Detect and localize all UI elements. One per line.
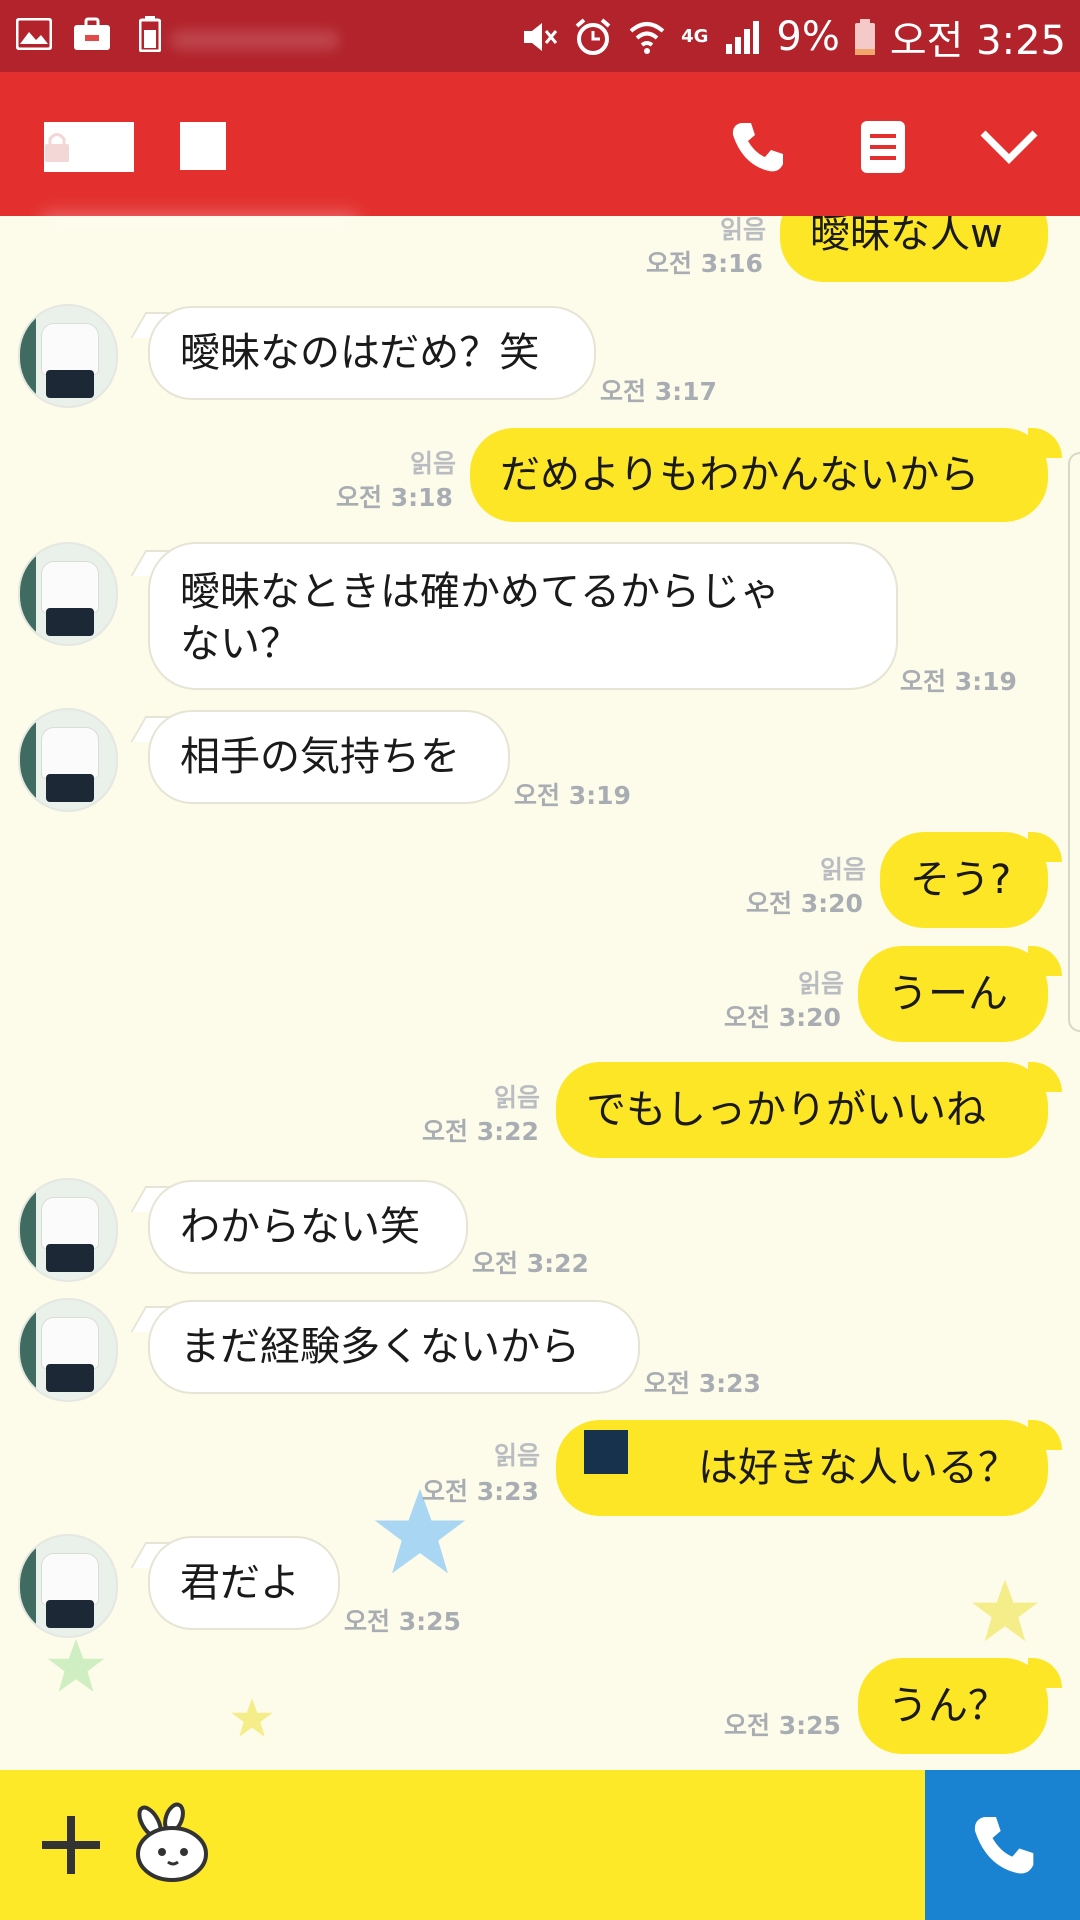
star-decoration-icon: [47, 1639, 105, 1692]
message-time: 오전 3:20: [746, 889, 863, 918]
phone-icon: [974, 1817, 1033, 1874]
message-bubble-in[interactable]: 曖昧なのはだめ？笑: [148, 306, 596, 400]
battery-icon: [854, 17, 876, 57]
collapse-button[interactable]: [974, 112, 1044, 182]
message-text: うーん: [888, 971, 1008, 1017]
phone-icon: [732, 123, 783, 172]
redacted-name-block: [584, 1430, 628, 1474]
avatar[interactable]: [18, 304, 118, 408]
menu-button[interactable]: [848, 112, 918, 182]
message-bubble-in[interactable]: まだ経験多くないから: [148, 1300, 640, 1394]
battery-percent: 9%: [776, 14, 840, 60]
message-bubble-out[interactable]: だめよりもわかんないから: [470, 428, 1048, 522]
battery-saver-icon: [130, 14, 170, 54]
message-text: 相手の気持ちを: [180, 734, 460, 780]
message-time: 오전 3:22: [422, 1117, 539, 1146]
message-text: は好きな人いる？: [698, 1445, 1018, 1491]
status-bar: 4G 9% 오전 3:25: [0, 0, 1080, 72]
chat-header: [0, 72, 1080, 234]
message-text-line: 曖昧なときは確かめてるからじゃ: [180, 569, 780, 615]
gallery-icon: [14, 14, 54, 54]
star-decoration-icon: [972, 1579, 1038, 1642]
au-briefcase-icon: [72, 14, 112, 54]
message-bubble-out[interactable]: でもしっかりがいいね: [556, 1062, 1048, 1158]
message-text: そう?: [910, 857, 1012, 903]
lock-icon: [45, 133, 69, 162]
message-bubble-in[interactable]: 相手の気持ちを: [148, 710, 510, 804]
plus-icon: [42, 1816, 100, 1874]
blurred-region: [170, 30, 340, 50]
voice-call-button[interactable]: [722, 112, 792, 182]
message-text-line: ない？: [180, 621, 300, 667]
message-time: 오전 3:19: [900, 667, 1017, 696]
message-bubble-out[interactable]: うーん: [858, 946, 1048, 1042]
message-text: でもしっかりがいいね: [586, 1087, 986, 1133]
attach-button[interactable]: [36, 1810, 106, 1880]
avatar[interactable]: [18, 1534, 118, 1638]
message-time: 오전 3:19: [514, 781, 631, 810]
message-text: わからない笑: [180, 1204, 420, 1250]
message-time: 오전 3:23: [644, 1369, 761, 1398]
message-time: 오전 3:22: [472, 1249, 589, 1278]
read-receipt: 읽음: [819, 855, 866, 884]
read-receipt: 읽음: [493, 1441, 540, 1470]
message-text: まだ経験多くないから: [180, 1324, 580, 1370]
star-decoration-icon: [231, 1698, 273, 1737]
message-bubble-in[interactable]: 曖昧なときは確かめてるからじゃ ない？: [148, 542, 898, 690]
message-text: うん？: [888, 1683, 1008, 1729]
clock: 오전 3:25: [889, 18, 1066, 64]
avatar[interactable]: [18, 542, 118, 646]
message-text: だめよりもわかんないから: [500, 452, 980, 498]
read-receipt: 읽음: [719, 216, 766, 244]
avatar[interactable]: [18, 1178, 118, 1282]
message-bubble-out[interactable]: 曖昧な人w: [780, 216, 1048, 282]
call-button[interactable]: [925, 1770, 1080, 1920]
message-bubble-out[interactable]: そう?: [880, 832, 1048, 928]
read-receipt: 읽음: [409, 449, 456, 478]
message-text: 君だよ: [180, 1560, 300, 1606]
wifi-icon: [627, 17, 667, 57]
avatar[interactable]: [18, 1298, 118, 1402]
read-receipt: 읽음: [797, 969, 844, 998]
scroll-indicator[interactable]: [1068, 452, 1080, 1032]
read-receipt: 읽음: [493, 1083, 540, 1112]
message-time: 오전 3:25: [724, 1711, 841, 1740]
alarm-icon: [573, 17, 613, 57]
member-count-redacted: [180, 122, 226, 170]
avatar[interactable]: [18, 708, 118, 812]
chat-title-redacted: [44, 122, 134, 172]
message-time: 오전 3:16: [646, 249, 763, 278]
menu-icon: [861, 121, 905, 173]
network-type: 4G: [681, 26, 709, 47]
message-text: 曖昧なのはだめ？笑: [180, 330, 540, 376]
mute-icon: [519, 17, 559, 57]
message-text: 曖昧な人w: [810, 216, 1003, 257]
message-bubble-in[interactable]: わからない笑: [148, 1180, 468, 1274]
message-bubble-out[interactable]: うん？: [858, 1658, 1048, 1754]
emoticon-button[interactable]: [130, 1802, 214, 1886]
message-input-bar[interactable]: [0, 1770, 925, 1920]
message-time: 오전 3:17: [600, 377, 717, 406]
emoticon-icon: [136, 1802, 208, 1882]
chevron-down-icon: [980, 130, 1038, 164]
message-bubble-out[interactable]: は好きな人いる？: [556, 1420, 1048, 1516]
message-time: 오전 3:18: [336, 483, 453, 512]
message-bubble-in[interactable]: 君だよ: [148, 1536, 340, 1630]
message-time: 오전 3:23: [422, 1477, 539, 1506]
message-list[interactable]: 읽음 오전 3:16 曖昧な人w 曖昧なのはだめ？笑 오전 3:17 읽음 오전…: [0, 216, 1080, 1770]
message-time: 오전 3:20: [724, 1003, 841, 1032]
signal-icon: [722, 17, 762, 57]
message-time: 오전 3:25: [344, 1607, 461, 1636]
